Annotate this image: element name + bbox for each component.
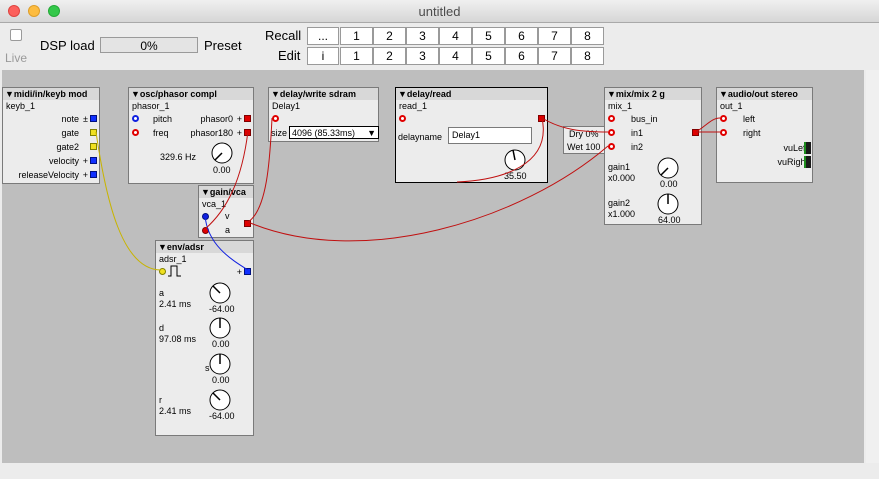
recall-button-4[interactable]: 4 bbox=[439, 27, 472, 45]
recall-button-2[interactable]: 2 bbox=[373, 27, 406, 45]
edit-button-2[interactable]: 2 bbox=[373, 47, 406, 65]
edit-button-5[interactable]: 5 bbox=[472, 47, 505, 65]
recall-button-extra[interactable]: ... bbox=[307, 27, 339, 45]
cord-vca-to-mix-in2 bbox=[247, 145, 609, 242]
dsp-load-label: DSP load bbox=[40, 38, 95, 53]
edit-button-4[interactable]: 4 bbox=[439, 47, 472, 65]
patch-canvas[interactable]: ▼midi/in/keyb mod keyb_1 note ± gate gat… bbox=[2, 70, 864, 463]
window-title: untitled bbox=[418, 4, 461, 19]
recall-button-8[interactable]: 8 bbox=[571, 27, 604, 45]
edit-button-8[interactable]: 8 bbox=[571, 47, 604, 65]
cord-mix-to-left bbox=[695, 117, 721, 133]
recall-label: Recall bbox=[265, 28, 302, 43]
edit-button-7[interactable]: 7 bbox=[538, 47, 571, 65]
cord-delay-read-to-mix-in1 bbox=[541, 117, 609, 133]
recall-button-6[interactable]: 6 bbox=[505, 27, 538, 45]
live-checkbox[interactable] bbox=[10, 29, 22, 41]
edit-button-1[interactable]: 1 bbox=[340, 47, 373, 65]
cord-vca-to-delay-write bbox=[247, 117, 273, 223]
dsp-load-meter: 0% bbox=[100, 37, 198, 53]
recall-button-5[interactable]: 5 bbox=[472, 27, 505, 45]
recall-button-1[interactable]: 1 bbox=[340, 27, 373, 45]
cord-gate-to-adsr bbox=[95, 131, 162, 271]
cord-delay-read-alt bbox=[456, 117, 544, 183]
preset-label: Preset bbox=[204, 38, 242, 53]
recall-button-3[interactable]: 3 bbox=[406, 27, 439, 45]
patch-cords bbox=[95, 117, 721, 271]
edit-button-extra[interactable]: i bbox=[307, 47, 339, 65]
live-label: Live bbox=[5, 51, 28, 65]
cord-phasor-to-vca bbox=[204, 130, 249, 230]
edit-button-3[interactable]: 3 bbox=[406, 47, 439, 65]
edit-button-6[interactable]: 6 bbox=[505, 47, 538, 65]
title-bar: untitled bbox=[0, 0, 879, 23]
toolbar: Live DSP load 0% Preset Recall Edit ... 1… bbox=[0, 23, 879, 69]
dsp-load-value: 0% bbox=[140, 39, 158, 53]
recall-button-7[interactable]: 7 bbox=[538, 27, 571, 45]
vertical-scrollbar[interactable] bbox=[866, 70, 879, 463]
bottom-bar bbox=[0, 463, 879, 479]
edit-label: Edit bbox=[278, 48, 301, 63]
